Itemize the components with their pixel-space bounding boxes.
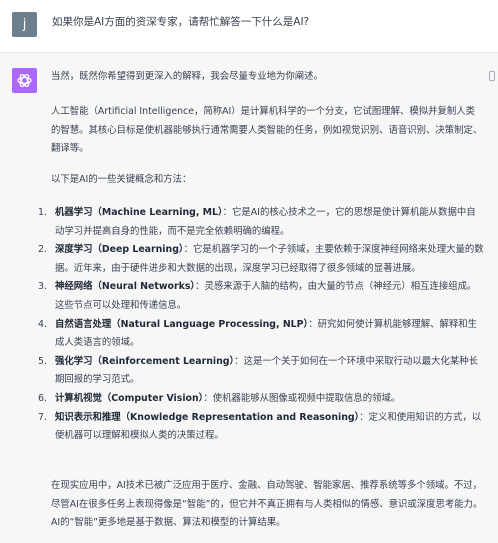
list-item: 6. 计算机视觉（Computer Vision）：使机器能够从图像或视频中提取信… [38, 392, 401, 404]
user-message-row: j 如果你是AI方面的资深专家，请帮忙解答一下什么是AI? [0, 0, 498, 53]
definition-paragraph: 人工智能（Artificial Intelligence，简称AI）是计算机科学… [51, 106, 483, 155]
list-item: 2. 深度学习（Deep Learning）：它是机器学习的一个子领域，主要依赖于… [38, 244, 484, 274]
list-item: 7. 知识表示和推理（Knowledge Representation and R… [38, 411, 482, 442]
list-item: 4. 自然语言处理（Natural Language Processing, NL… [38, 318, 477, 349]
list-item: 5. 强化学习（Reinforcement Learning）：这是一个关于如何在… [38, 355, 478, 386]
list-item: 1. 机器学习（Machine Learning, ML）：它是AI的核心技术之一… [38, 207, 476, 237]
list-intro: 以下是AI的一些关键概念和方法： [51, 174, 192, 185]
openai-logo-icon [12, 68, 37, 93]
user-avatar: j [12, 12, 37, 37]
assistant-message-row: 当然，既然你希望得到更深入的解释，我会尽量专业地为你阐述。 人工智能（Artif… [0, 53, 498, 543]
list-item: 3. 神经网络（Neural Networks）：灵感来源于人脑的结构，由大量的节… [38, 281, 477, 311]
user-message-text: 如果你是AI方面的资深专家，请帮忙解答一下什么是AI? [52, 16, 310, 28]
closing-paragraph: 在现实应用中，AI技术已被广泛应用于医疗、金融、自动驾驶、智能家居、推荐系统等多… [51, 480, 483, 529]
intro-paragraph: 当然，既然你希望得到更深入的解释，我会尽量专业地为你阐述。 [51, 71, 323, 82]
copy-icon[interactable] [489, 71, 495, 81]
concepts-list: 1. 机器学习（Machine Learning, ML）：它是AI的核心技术之一… [38, 204, 484, 446]
